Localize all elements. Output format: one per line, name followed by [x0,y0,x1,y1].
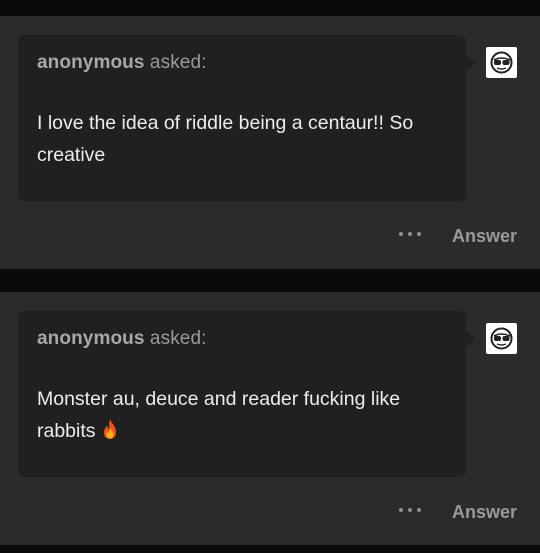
sunglasses-face-icon [490,51,513,74]
ask-bubble: anonymous asked: Monster au, deuce and r… [18,311,476,477]
sunglasses-face-icon [490,327,513,350]
asker-name[interactable]: anonymous [37,328,145,349]
ask-post-card: anonymous asked: Monster au, deuce and r… [0,292,540,545]
question-text-content: Monster au, deuce and reader fucking lik… [37,388,401,442]
asker-line: anonymous asked: [37,52,207,74]
ask-post-card: anonymous asked: I love the idea of ridd… [0,16,540,269]
answer-button[interactable]: Answer [452,502,517,523]
question-text: Monster au, deuce and reader fucking lik… [37,383,457,450]
blog-avatar[interactable] [486,323,517,354]
asked-label: asked: [149,52,207,73]
question-text: I love the idea of riddle being a centau… [37,112,414,166]
fire-emoji-icon [101,418,119,450]
more-options-button[interactable] [396,503,426,517]
asker-name[interactable]: anonymous [37,52,145,73]
asker-line: anonymous asked: [37,328,207,350]
answer-button[interactable]: Answer [452,226,517,247]
ask-bubble: anonymous asked: I love the idea of ridd… [18,35,476,201]
blog-avatar[interactable] [486,47,517,78]
more-options-button[interactable] [396,227,426,241]
asked-label: asked: [149,328,207,349]
